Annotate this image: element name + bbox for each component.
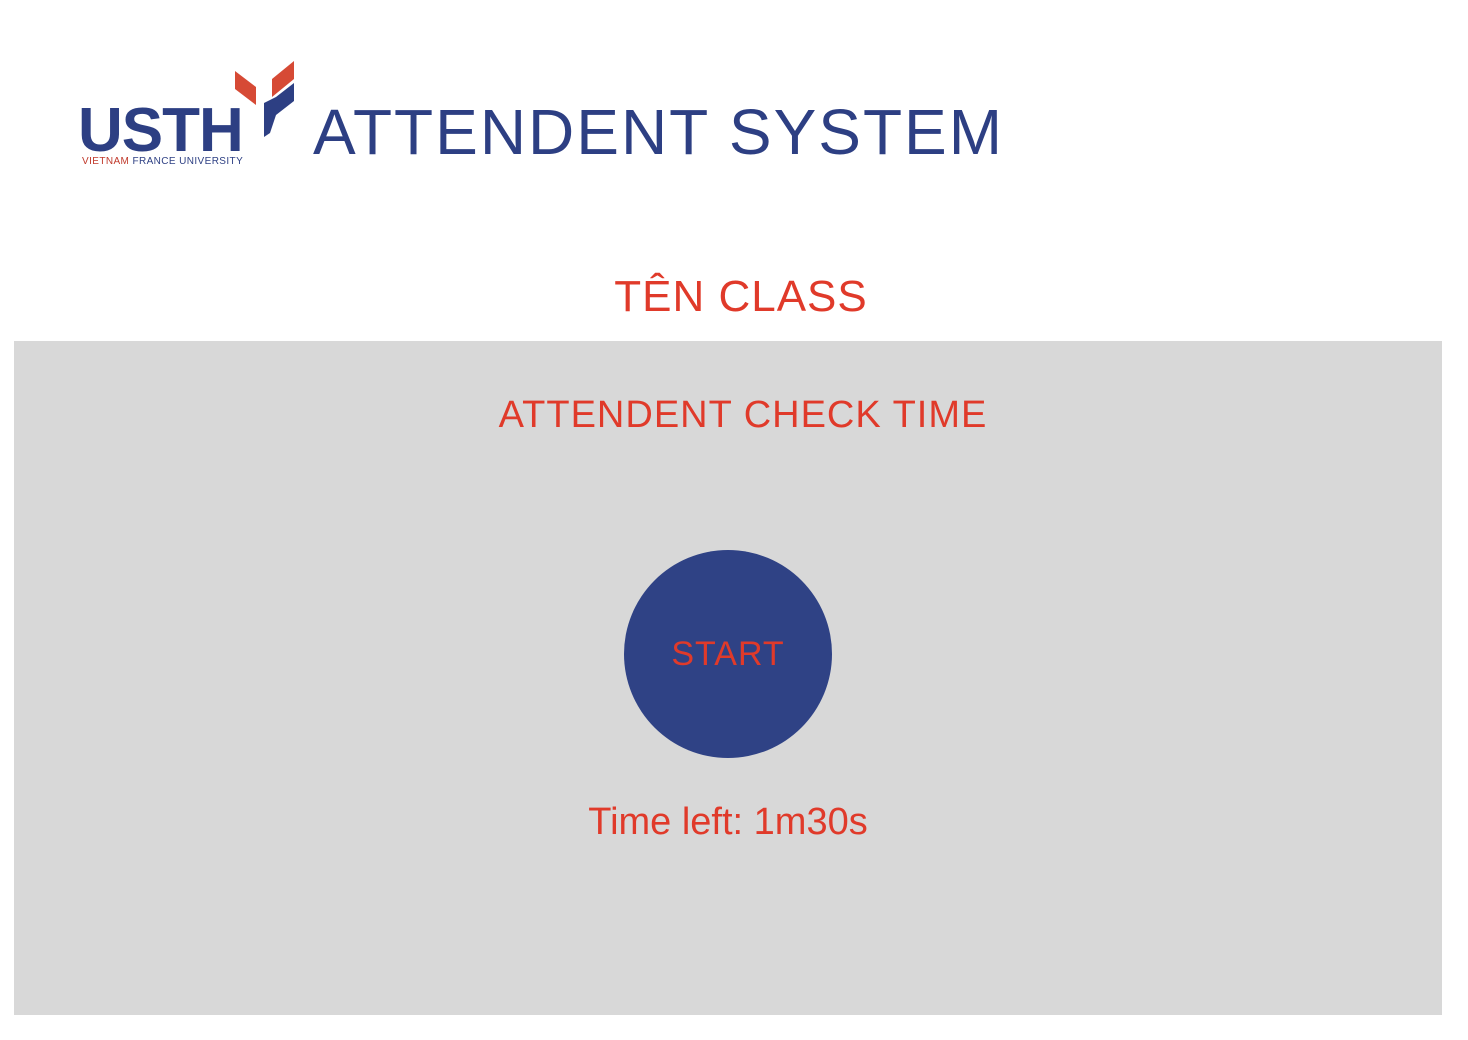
usth-logo-mark: USTH xyxy=(78,61,294,157)
header: USTH VIETNAM FRANCE UNIVERSITY ATTENDENT… xyxy=(78,52,1002,172)
class-name: TÊN CLASS xyxy=(614,272,868,321)
attendance-page: USTH VIETNAM FRANCE UNIVERSITY ATTENDENT… xyxy=(0,0,1468,1040)
time-left-label: Time left: 1m30s xyxy=(588,801,868,843)
attendance-check-title: ATTENDENT CHECK TIME xyxy=(498,394,988,436)
logo-subtext-vietnam: VIETNAM xyxy=(82,156,130,167)
start-button[interactable]: START xyxy=(624,550,832,758)
logo-subtext-rest: FRANCE UNIVERSITY xyxy=(132,156,244,167)
app-title: ATTENDENT SYSTEM xyxy=(313,96,1005,168)
attendance-panel: ATTENDENT CHECK TIME START Time left: 1m… xyxy=(14,341,1442,1015)
logo-subtext: VIETNAM FRANCE UNIVERSITY xyxy=(82,156,243,167)
usth-logo-icon: USTH VIETNAM FRANCE UNIVERSITY xyxy=(78,57,298,172)
logo-text: USTH xyxy=(78,96,243,157)
